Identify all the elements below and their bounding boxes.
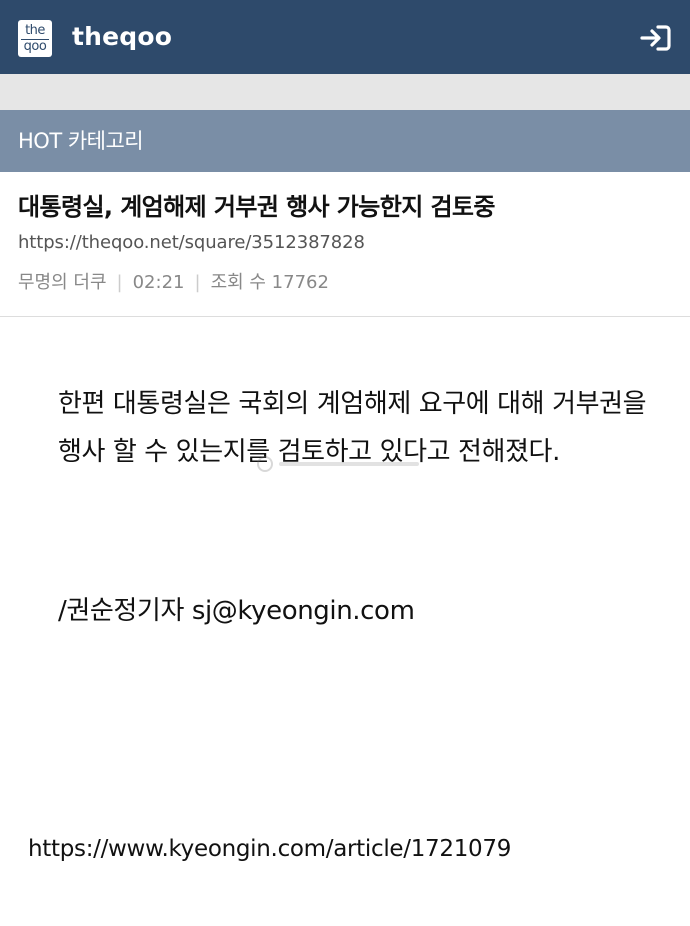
meta-separator: | <box>116 272 123 293</box>
meta-separator: | <box>194 272 201 293</box>
article-byline: /권순정기자 sj@kyeongin.com <box>58 596 415 626</box>
login-icon[interactable] <box>638 24 672 52</box>
source-link[interactable]: https://www.kyeongin.com/article/1721079 <box>28 836 511 862</box>
watermark-icon <box>257 456 419 472</box>
gray-strip <box>0 74 690 110</box>
header-divider <box>0 316 690 317</box>
post-meta: 무명의 더쿠 | 02:21 | 조회 수 17762 <box>18 268 329 294</box>
post-views: 조회 수 17762 <box>210 272 329 293</box>
category-label: HOT 카테고리 <box>18 129 144 153</box>
post-time: 02:21 <box>132 272 185 293</box>
post-title: 대통령실, 계엄해제 거부권 행사 가능한지 검토중 <box>18 193 496 221</box>
brand-name[interactable]: theqoo <box>72 22 172 51</box>
logo-top-text: the <box>25 23 45 38</box>
top-header: the qoo theqoo <box>0 0 690 74</box>
post-url[interactable]: https://theqoo.net/square/3512387828 <box>18 232 365 253</box>
post-author: 무명의 더쿠 <box>18 272 107 293</box>
theqoo-logo[interactable]: the qoo <box>18 20 52 57</box>
logo-bottom-text: qoo <box>21 39 49 54</box>
